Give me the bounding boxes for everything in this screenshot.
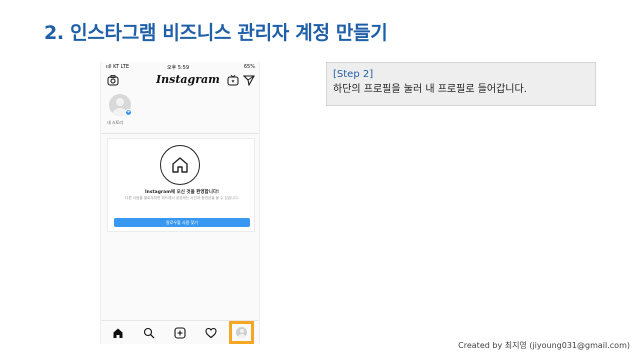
step-callout: [Step 2] 하단의 프로필을 눌러 내 프로필로 들어갑니다. — [326, 62, 596, 106]
bottom-nav — [101, 320, 259, 344]
welcome-card: Instagram에 오신 것을 환영합니다! 다른 사람을 팔로우하면 피드에… — [107, 138, 255, 232]
app-header: Instagram — [101, 72, 259, 90]
home-icon[interactable] — [112, 327, 124, 339]
status-bar: ııll KT LTE 오후 5:59 65% — [101, 62, 259, 72]
add-story-icon[interactable]: + — [125, 109, 132, 116]
welcome-description: 다른 사람을 팔로우하면 피드에서 공유하는 사진과 동영상을 볼 수 있습니다… — [125, 196, 239, 200]
profile-tab[interactable] — [229, 321, 254, 344]
profile-avatar-icon — [236, 327, 247, 338]
carrier-label: ııll KT LTE — [106, 64, 129, 70]
slide-title: 2. 인스타그램 비즈니스 관리자 계정 만들기 — [44, 22, 388, 44]
search-icon[interactable] — [143, 327, 155, 339]
status-time: 오후 5:59 — [167, 65, 190, 71]
stories-bar: + 내 스토리 — [101, 90, 259, 134]
camera-icon[interactable] — [107, 74, 119, 86]
home-outline-icon — [160, 145, 200, 185]
phone-screenshot: ııll KT LTE 오후 5:59 65% Instagram + 내 스토… — [100, 62, 260, 344]
battery-label: 65% — [243, 64, 255, 70]
welcome-title: Instagram에 오신 것을 환영합니다! — [144, 190, 220, 195]
find-people-button[interactable]: 팔로우할 사람 찾기 — [114, 218, 250, 227]
add-post-icon[interactable] — [174, 327, 186, 339]
my-story-label: 내 스토리 — [107, 120, 123, 125]
step-label: [Step 2] — [333, 69, 374, 80]
step-instruction: 하단의 프로필을 눌러 내 프로필로 들어갑니다. — [333, 84, 527, 95]
author-credit: Created by 최지영 (jiyoung031@gmail.com) — [458, 341, 630, 350]
instagram-logo: Instagram — [156, 73, 220, 86]
direct-message-icon[interactable] — [243, 74, 255, 86]
igtv-icon[interactable] — [227, 74, 239, 86]
heart-icon[interactable] — [205, 327, 217, 339]
